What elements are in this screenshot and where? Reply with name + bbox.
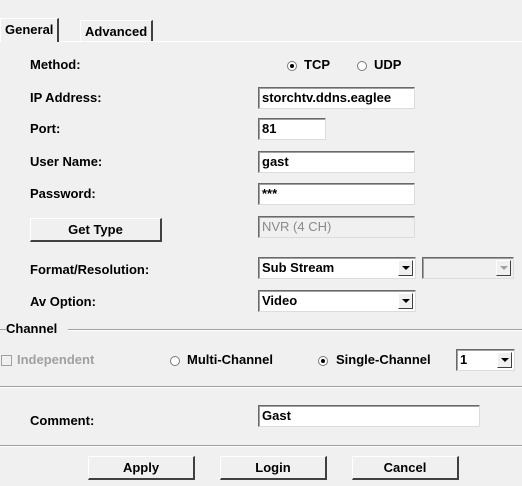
udp-radio-label[interactable]: UDP [374,57,401,72]
comment-label: Comment: [30,413,95,428]
tab-general[interactable]: General [0,18,60,42]
apply-button[interactable]: Apply [88,456,195,480]
separator-highlight [0,387,522,388]
chevron-down-icon[interactable] [398,293,413,309]
device-type-field: NVR (4 CH) [258,216,415,238]
port-field[interactable]: 81 [258,118,326,140]
format-resolution-label: Format/Resolution: [30,262,150,277]
get-type-button[interactable]: Get Type [30,218,162,242]
port-label: Port: [30,121,61,136]
multi-channel-label[interactable]: Multi-Channel [187,352,273,367]
multi-channel-radio[interactable] [170,356,180,366]
channel-number-value: 1 [460,352,468,367]
independent-label: Independent [17,352,95,367]
tab-advanced[interactable]: Advanced [80,20,154,42]
tab-panel-border [0,41,522,42]
single-channel-radio[interactable] [318,356,328,366]
ip-address-field[interactable]: storchtv.ddns.eaglee [258,87,415,109]
comment-field[interactable]: Gast [258,405,480,427]
av-option-select[interactable]: Video [258,290,416,312]
chevron-down-icon [496,260,511,276]
single-channel-label[interactable]: Single-Channel [336,352,431,367]
udp-radio[interactable] [357,61,367,71]
av-option-label: Av Option: [30,294,96,309]
tcp-radio-label[interactable]: TCP [304,57,330,72]
ip-address-label: IP Address: [30,90,102,105]
av-option-value: Video [262,293,298,308]
channel-number-select[interactable]: 1 [456,349,515,371]
login-button[interactable]: Login [220,456,327,480]
password-label: Password: [30,186,96,201]
channel-group-label: Channel [6,321,58,336]
separator-highlight [0,446,522,447]
independent-checkbox [1,355,12,366]
password-field[interactable]: *** [258,183,415,205]
chevron-down-icon[interactable] [398,260,413,276]
channel-group-border-highlight [68,330,522,331]
user-name-label: User Name: [30,154,103,169]
chevron-down-icon[interactable] [497,352,512,368]
resolution-secondary-select [422,257,514,279]
user-name-field[interactable]: gast [258,151,415,173]
format-resolution-select[interactable]: Sub Stream [258,257,416,279]
tcp-radio[interactable] [287,61,297,71]
method-label: Method: [30,57,81,72]
format-resolution-value: Sub Stream [262,260,335,275]
cancel-button[interactable]: Cancel [352,456,459,480]
